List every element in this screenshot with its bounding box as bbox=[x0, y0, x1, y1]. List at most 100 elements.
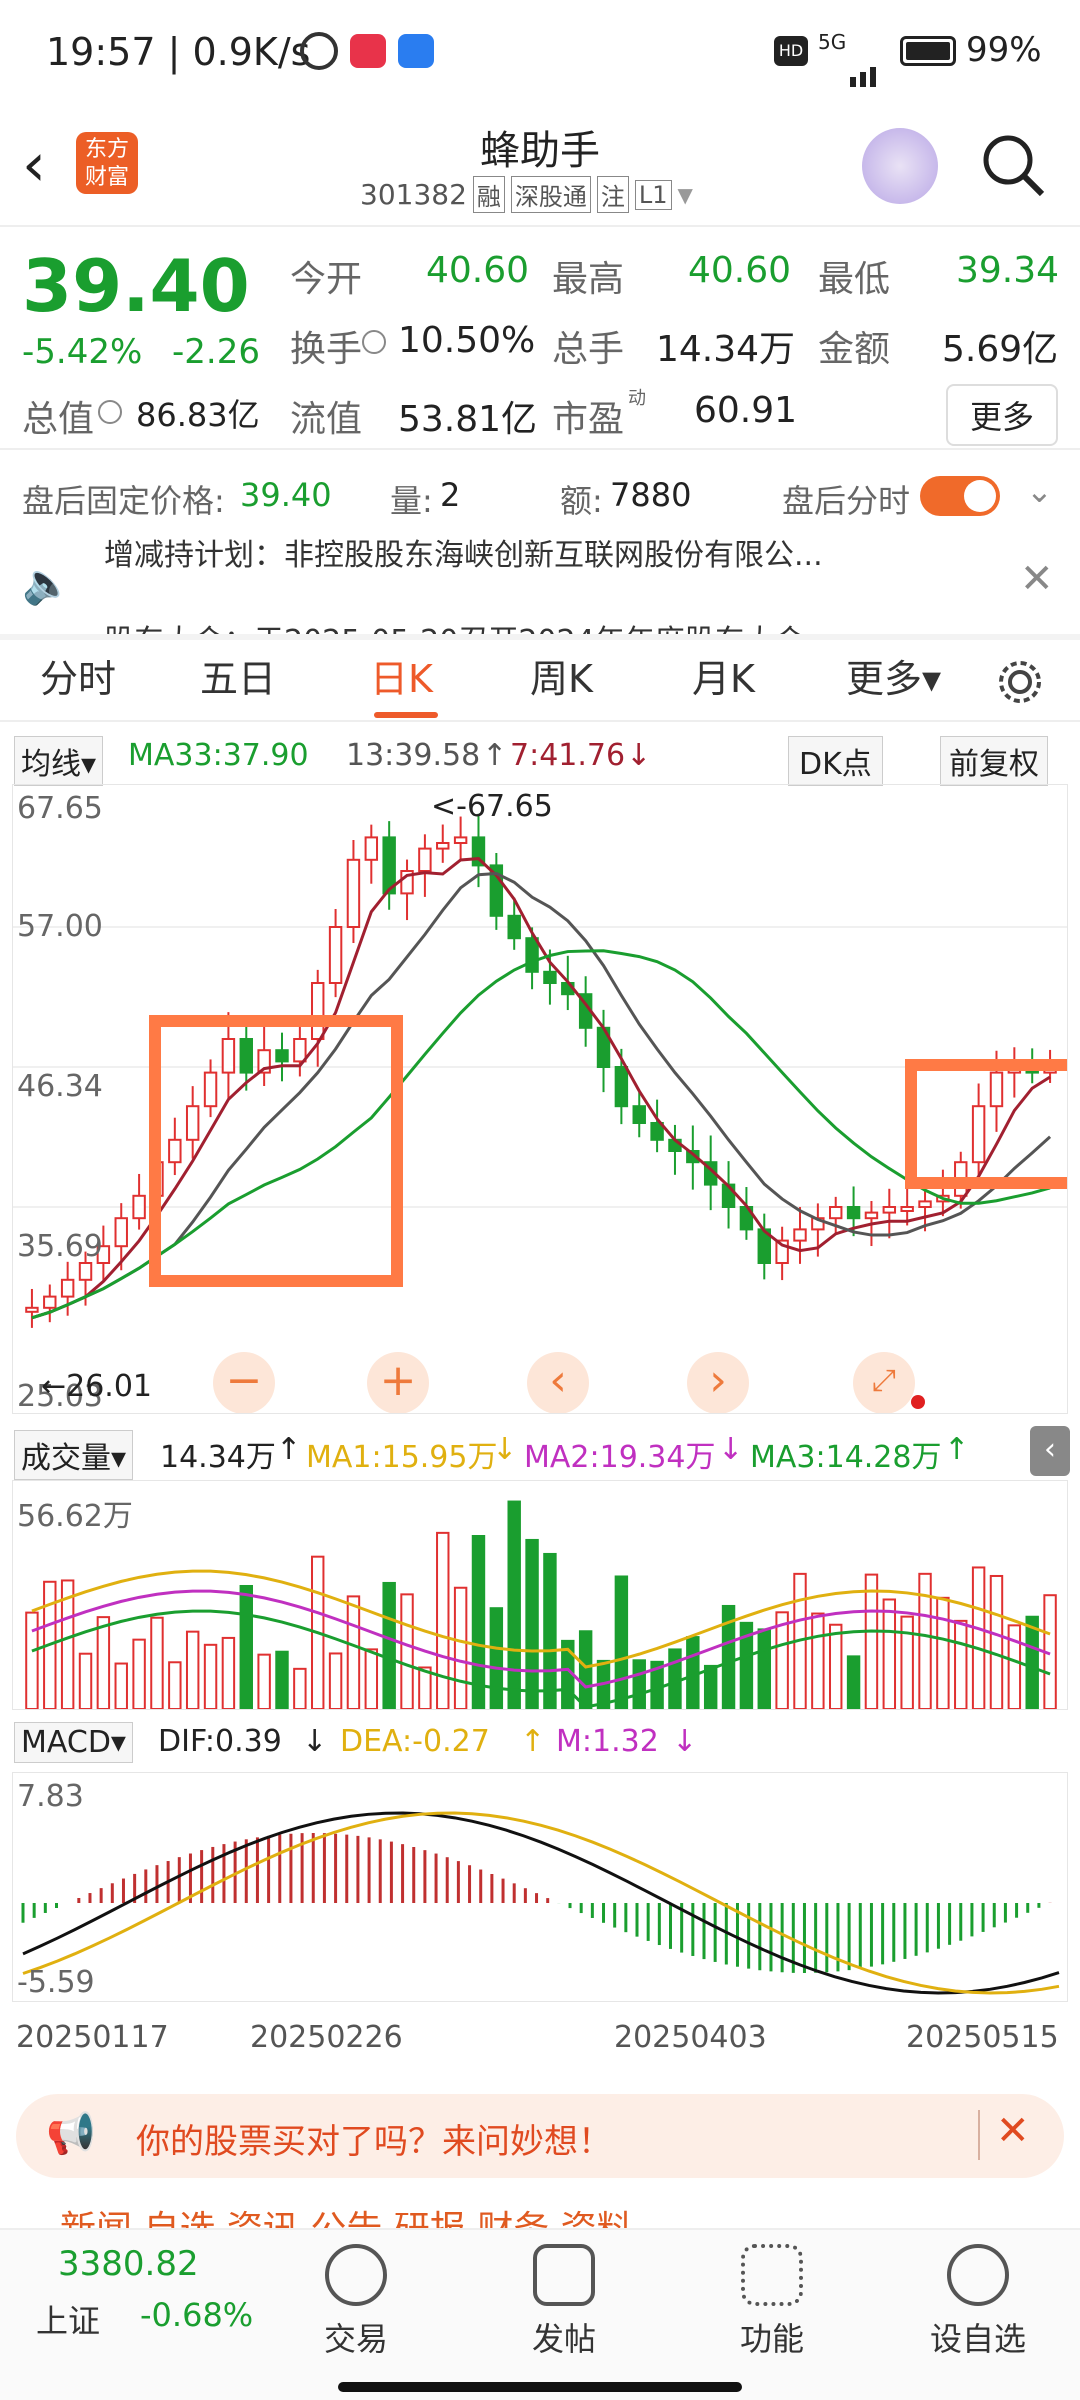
volume-bar bbox=[846, 1655, 861, 1709]
scroll-left-button[interactable]: ‹ bbox=[527, 1352, 589, 1413]
quote-panel: 39.40 -5.42% -2.26 总值 86.83亿 今开 40.60 最高… bbox=[0, 228, 1080, 448]
volume-bar bbox=[882, 1598, 897, 1709]
tag-margin: 融 bbox=[472, 176, 505, 213]
high-label: 最高 bbox=[552, 259, 625, 300]
after-hours-qty: 2 bbox=[440, 476, 461, 514]
ma7-value: 7:41.76 bbox=[510, 738, 626, 773]
assistant-avatar[interactable] bbox=[862, 128, 938, 204]
after-hours-amt: 7880 bbox=[610, 476, 692, 514]
tab-daily-k[interactable]: 日K bbox=[370, 640, 433, 718]
volume-bar bbox=[168, 1661, 182, 1709]
current-price: 39.40 bbox=[22, 244, 250, 328]
change-percent: -5.42% bbox=[22, 332, 143, 372]
chevron-down-icon: ▼ bbox=[677, 182, 693, 207]
tag-level: L1 bbox=[634, 179, 672, 210]
grid-icon bbox=[741, 2244, 803, 2306]
more-icon bbox=[947, 2244, 1009, 2306]
dk-point-button[interactable]: DK点 bbox=[788, 736, 883, 786]
search-icon[interactable] bbox=[980, 132, 1046, 198]
date-tick: 20250403 bbox=[614, 2020, 767, 2055]
candle-body bbox=[132, 1194, 146, 1220]
volume-bar bbox=[632, 1659, 646, 1709]
status-bar: 19:57 | 0.9K/s HD 5G 99% bbox=[0, 0, 1080, 100]
candle-body bbox=[543, 970, 557, 985]
macd-dea-arrow: ↑ bbox=[520, 1724, 546, 1759]
info-icon[interactable] bbox=[98, 400, 122, 424]
volume-axis-top: 56.62万 bbox=[17, 1499, 133, 1534]
volume-bar bbox=[1025, 1615, 1039, 1709]
yen-icon bbox=[325, 2244, 387, 2306]
candle-body bbox=[418, 847, 432, 872]
close-icon[interactable]: ✕ bbox=[1020, 556, 1054, 602]
ma-selector[interactable]: 均线▾ bbox=[14, 736, 104, 786]
volume-selector[interactable]: 成交量▾ bbox=[14, 1430, 134, 1480]
bottom-nav: 3380.82 上证 -0.68% 交易 发帖 功能 设自选 bbox=[0, 2228, 1080, 2400]
nav-add-watchlist[interactable]: 设自选 bbox=[908, 2244, 1048, 2360]
ai-banner[interactable]: 📢 你的股票买对了吗？来问妙想！ ✕ bbox=[16, 2094, 1064, 2178]
info-icon[interactable] bbox=[362, 330, 386, 354]
tab-weekly-k[interactable]: 周K bbox=[530, 640, 593, 718]
macd-indicator-bar: MACD▾ DIF:0.39 ↓ DEA:-0.27 ↑ M:1.32 ↓ bbox=[0, 1714, 1080, 1772]
macd-axis-top: 7.83 bbox=[17, 1779, 84, 1814]
candle-body bbox=[864, 1211, 879, 1220]
macd-selector[interactable]: MACD▾ bbox=[14, 1722, 133, 1763]
after-hours-toggle[interactable] bbox=[920, 476, 1000, 516]
chevron-down-icon[interactable]: ⌄ bbox=[1026, 472, 1053, 510]
news-ticker[interactable]: 🔈 增减持计划：非控股股东海峡创新互联网股份有限公... 股东大会：于2025-… bbox=[0, 530, 1080, 634]
index-change: -0.68% bbox=[140, 2296, 254, 2334]
volume-ma-line bbox=[31, 1569, 1051, 1669]
tab-indicator bbox=[374, 712, 438, 718]
scroll-right-button[interactable]: › bbox=[687, 1352, 749, 1413]
macd-m: M:1.32 bbox=[556, 1724, 659, 1759]
index-value[interactable]: 3380.82 bbox=[58, 2244, 199, 2284]
volume-svg bbox=[25, 1500, 1057, 1709]
highlight-box bbox=[905, 1059, 1067, 1189]
nav-trade[interactable]: 交易 bbox=[286, 2244, 426, 2360]
candle-body bbox=[793, 1228, 807, 1242]
candle-body bbox=[60, 1278, 75, 1298]
volume-bar bbox=[436, 1531, 450, 1709]
stock-code-row[interactable]: 301382 融 深股通 注 L1 ▼ bbox=[360, 176, 693, 213]
adjust-button[interactable]: 前复权 bbox=[940, 736, 1048, 786]
zoom-in-button[interactable]: + bbox=[367, 1352, 429, 1413]
tab-five-day[interactable]: 五日 bbox=[200, 640, 276, 718]
volume-chart[interactable]: 56.62万 bbox=[12, 1480, 1068, 1710]
nav-functions[interactable]: 功能 bbox=[702, 2244, 842, 2360]
macd-chart[interactable]: 7.83 -5.59 bbox=[12, 1772, 1068, 2002]
volume-bar bbox=[114, 1662, 128, 1709]
gear-icon[interactable] bbox=[996, 658, 1044, 706]
candle-body bbox=[882, 1206, 897, 1214]
volume-bar bbox=[507, 1500, 521, 1709]
nav-functions-label: 功能 bbox=[739, 2320, 804, 2358]
hd-icon: HD bbox=[774, 36, 808, 66]
speaker-icon: 🔈 bbox=[22, 561, 72, 607]
volume-bar bbox=[239, 1584, 253, 1709]
home-indicator bbox=[338, 2382, 742, 2392]
candle-body bbox=[525, 937, 539, 973]
collapse-panel-button[interactable]: ‹ bbox=[1030, 1426, 1070, 1476]
volume-bar bbox=[400, 1593, 414, 1709]
fullscreen-button[interactable]: ⤢ bbox=[853, 1352, 915, 1413]
macd-dif-arrow: ↓ bbox=[302, 1724, 328, 1759]
kline-chart[interactable]: 67.65 57.00 46.34 35.69 25.03 <-67.65 ←2… bbox=[12, 784, 1068, 1414]
date-tick: 20250515 bbox=[906, 2020, 1059, 2055]
after-hours-row: 盘后固定价格: 39.40 量: 2 额: 7880 盘后分时 ⌄ bbox=[0, 454, 1080, 534]
date-tick: 20250117 bbox=[16, 2020, 169, 2055]
candle-body bbox=[507, 914, 521, 940]
banner-divider bbox=[978, 2110, 980, 2160]
volume-bar bbox=[257, 1653, 271, 1709]
tab-monthly-k[interactable]: 月K bbox=[692, 640, 755, 718]
zoom-out-button[interactable]: − bbox=[213, 1352, 275, 1413]
ma13-value: 13:39.58 bbox=[346, 738, 481, 773]
after-hours-price: 39.40 bbox=[240, 476, 332, 514]
megaphone-icon: 📢 bbox=[46, 2111, 96, 2157]
tab-more[interactable]: 更多▾ bbox=[846, 640, 941, 718]
volume-value: 14.34万 bbox=[160, 1440, 276, 1475]
nav-post[interactable]: 发帖 bbox=[494, 2244, 634, 2360]
more-button[interactable]: 更多 bbox=[946, 384, 1059, 446]
open-value: 40.60 bbox=[426, 250, 530, 291]
close-icon[interactable]: ✕ bbox=[996, 2108, 1030, 2154]
tab-intraday[interactable]: 分时 bbox=[40, 640, 116, 718]
volume-bar bbox=[203, 1643, 218, 1709]
candle-body bbox=[328, 926, 343, 984]
